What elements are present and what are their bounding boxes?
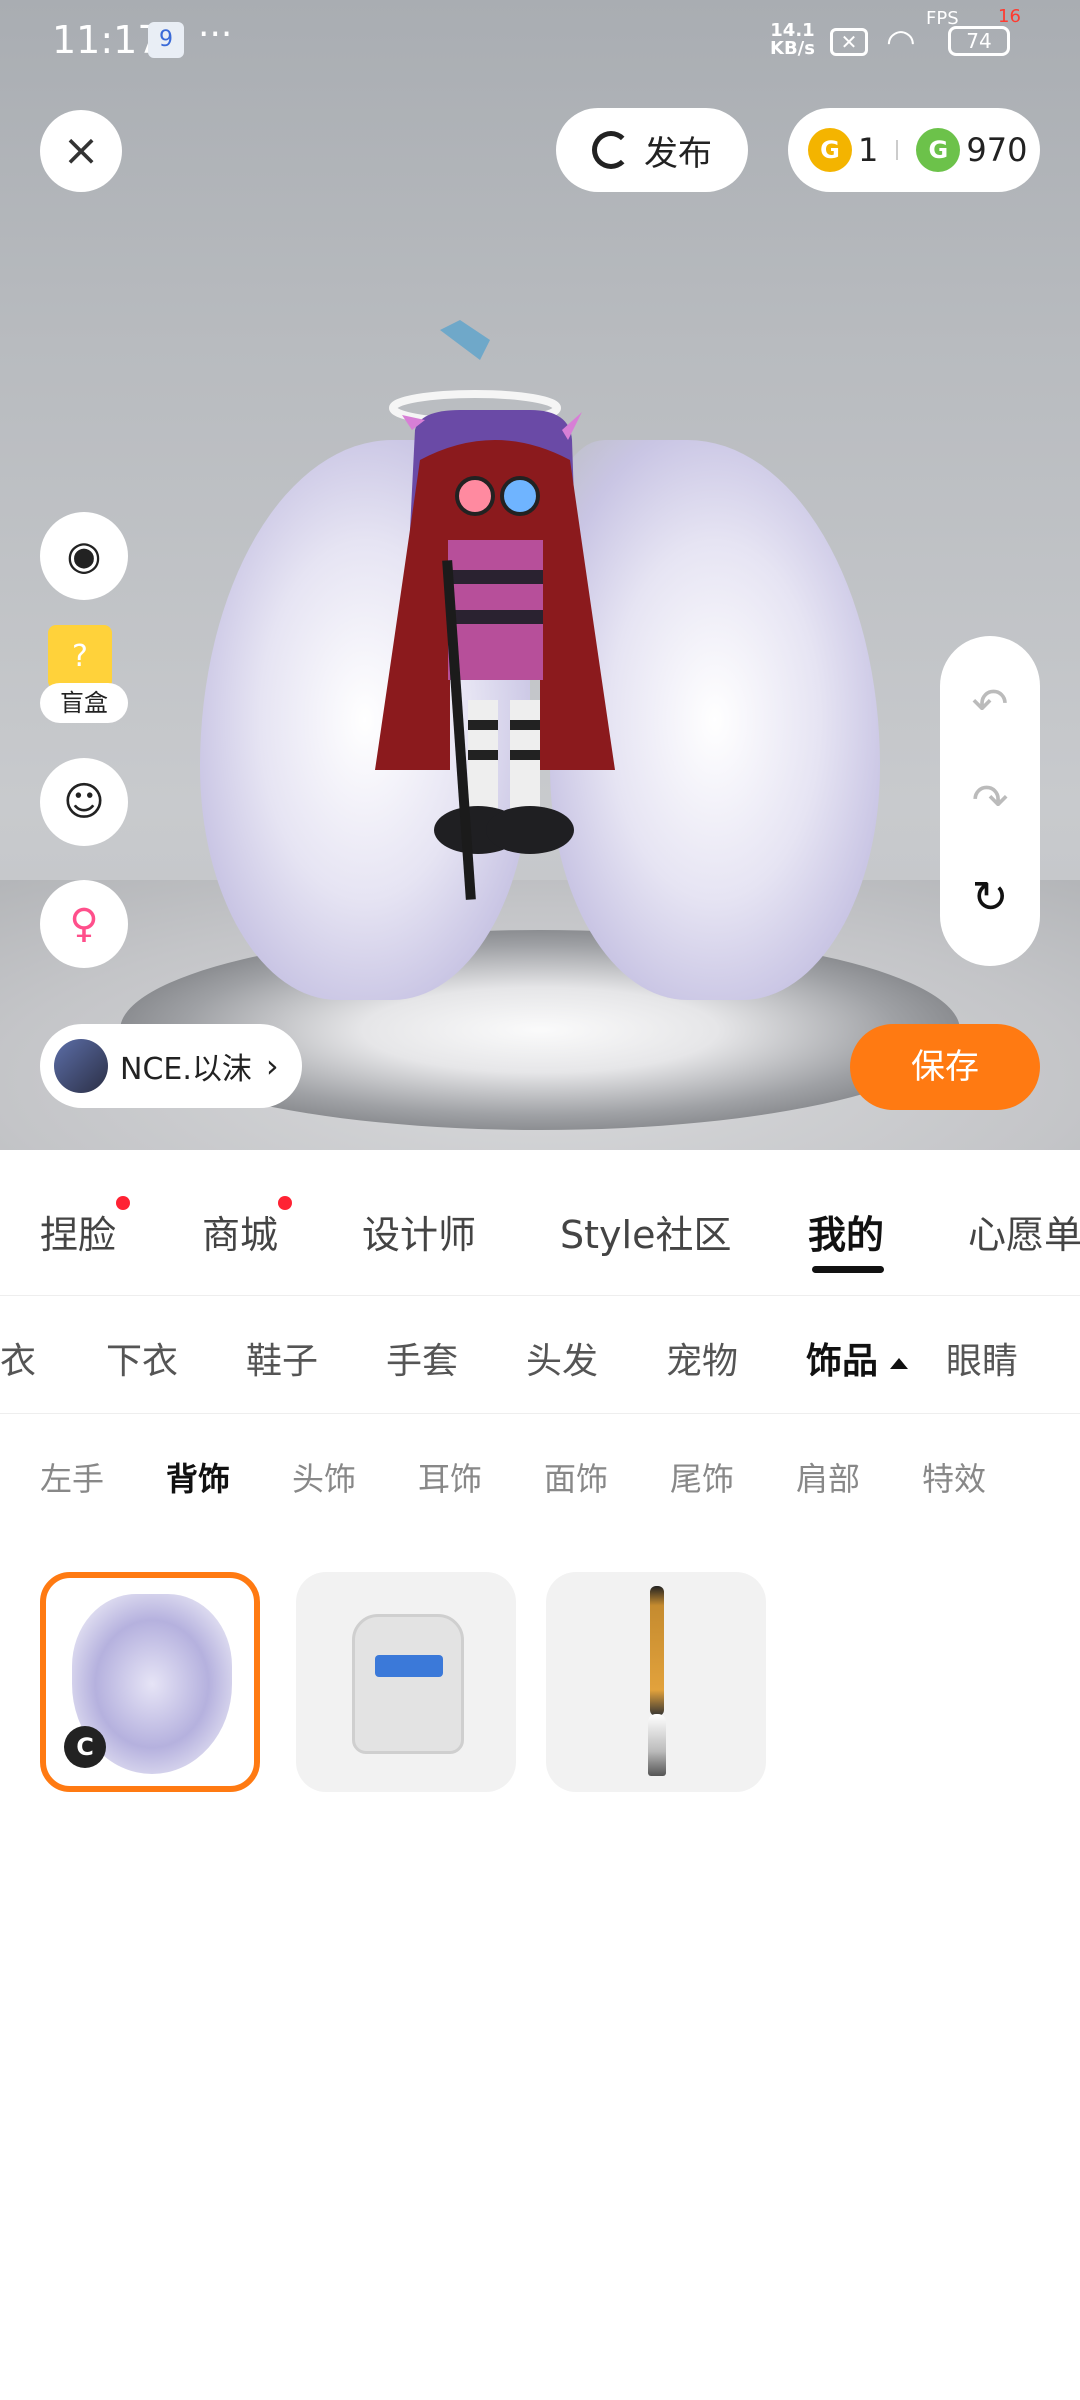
- green-coin-icon: G: [916, 128, 961, 172]
- copyright-badge-icon: C: [64, 1726, 106, 1768]
- brush-handle: [650, 1586, 664, 1716]
- status-time: 11:17: [52, 18, 162, 62]
- category-accessories[interactable]: 饰品: [806, 1332, 909, 1384]
- save-button[interactable]: 保存: [850, 1024, 1040, 1110]
- red-dot-badge: [278, 1196, 293, 1210]
- subtab-effects[interactable]: 特效: [922, 1454, 986, 1500]
- designer-chip[interactable]: NCE.以沫 ›: [40, 1024, 302, 1108]
- tab-face-label: 捏脸: [40, 1213, 117, 1257]
- chevron-right-icon: ›: [265, 1047, 279, 1085]
- close-button[interactable]: ×: [40, 110, 122, 192]
- active-tab-indicator: [812, 1266, 884, 1273]
- category-top[interactable]: 上衣: [0, 1332, 36, 1384]
- female-icon: ♀: [69, 901, 99, 947]
- sub-tabs: 左手 背饰 头饰 耳饰 面饰 尾饰 肩部 特效: [0, 1414, 1080, 1534]
- status-bar: 11:17 9 ··· 14.1 KB/s ✕ ◠ FPS 16 74: [0, 0, 1080, 80]
- backpack-thumbnail: [352, 1614, 464, 1754]
- item-brush[interactable]: [546, 1572, 766, 1792]
- designer-name: NCE.以沫: [120, 1052, 252, 1087]
- fps-value: 16: [998, 6, 1021, 27]
- blind-box-label: 盲盒: [40, 683, 128, 723]
- category-accessories-label: 饰品: [806, 1341, 879, 1382]
- subtab-shoulder[interactable]: 肩部: [796, 1454, 860, 1500]
- battery-icon: 74: [948, 26, 1010, 56]
- redo-icon[interactable]: ↷: [972, 775, 1009, 826]
- blind-box-button[interactable]: ? 盲盒: [40, 625, 128, 725]
- category-pets[interactable]: 宠物: [666, 1332, 738, 1384]
- category-hair[interactable]: 头发: [526, 1332, 598, 1384]
- gold-coin-icon: G: [808, 128, 852, 172]
- main-tabs: 捏脸 商城 设计师 Style社区 我的 心愿单: [0, 1150, 1080, 1296]
- category-shoes[interactable]: 鞋子: [246, 1332, 318, 1384]
- more-notifications-icon: ···: [198, 14, 233, 55]
- publish-label: 发布: [644, 133, 712, 174]
- avatar: [54, 1039, 108, 1093]
- wifi-icon: ◠: [886, 22, 916, 62]
- green-coin-count: 970: [966, 131, 1028, 169]
- avatar-character: [375, 320, 615, 900]
- camera-icon: ◉: [66, 533, 102, 579]
- category-tabs: 上衣 下衣 鞋子 手套 头发 宠物 饰品 眼睛: [0, 1296, 1080, 1414]
- backpack-label-patch: [375, 1655, 443, 1677]
- tab-style-community[interactable]: Style社区: [560, 1204, 731, 1259]
- notification-icon: 9: [148, 22, 184, 58]
- publish-button[interactable]: 发布: [556, 108, 748, 192]
- sim-off-icon: ✕: [830, 28, 868, 56]
- net-speed: 14.1 KB/s: [770, 22, 815, 58]
- brush-tip: [648, 1714, 666, 1776]
- tab-designer[interactable]: 设计师: [362, 1204, 476, 1259]
- camera-button[interactable]: ◉: [40, 512, 128, 600]
- subtab-tail[interactable]: 尾饰: [670, 1454, 734, 1500]
- subtab-ear[interactable]: 耳饰: [418, 1454, 482, 1500]
- reset-icon[interactable]: ↻: [972, 872, 1009, 923]
- tab-wishlist[interactable]: 心愿单: [968, 1204, 1080, 1259]
- subtab-back[interactable]: 背饰: [166, 1454, 230, 1500]
- net-speed-unit: KB/s: [770, 38, 815, 59]
- currency-divider: [896, 140, 899, 160]
- tab-face[interactable]: 捏脸: [40, 1196, 131, 1259]
- tab-shop[interactable]: 商城: [202, 1196, 293, 1259]
- red-dot-badge: [116, 1196, 131, 1210]
- category-bottoms[interactable]: 下衣: [106, 1332, 178, 1384]
- undo-icon[interactable]: ↶: [972, 679, 1009, 730]
- category-gloves[interactable]: 手套: [386, 1332, 458, 1384]
- subtab-head[interactable]: 头饰: [292, 1454, 356, 1500]
- blind-box-icon: ?: [48, 625, 112, 689]
- item-wings[interactable]: C: [40, 1572, 260, 1792]
- gold-coin-count: 1: [858, 131, 879, 169]
- item-backpack[interactable]: [296, 1572, 516, 1792]
- publish-icon: [592, 131, 630, 169]
- subtab-face[interactable]: 面饰: [544, 1454, 608, 1500]
- category-eyes[interactable]: 眼睛: [946, 1332, 1018, 1384]
- tab-mine[interactable]: 我的: [808, 1204, 884, 1259]
- user-id-icon: ☺: [63, 779, 105, 825]
- gender-switch-button[interactable]: ♀: [40, 880, 128, 968]
- subtab-left-hand[interactable]: 左手: [40, 1454, 104, 1500]
- brush-thumbnail: [648, 1586, 666, 1776]
- avatar-id-button[interactable]: ☺: [40, 758, 128, 846]
- currency-panel[interactable]: G 1 G 970: [788, 108, 1040, 192]
- undo-redo-panel: ↶ ↷ ↻: [940, 636, 1040, 966]
- caret-up-icon: [890, 1357, 909, 1369]
- tab-shop-label: 商城: [202, 1213, 279, 1257]
